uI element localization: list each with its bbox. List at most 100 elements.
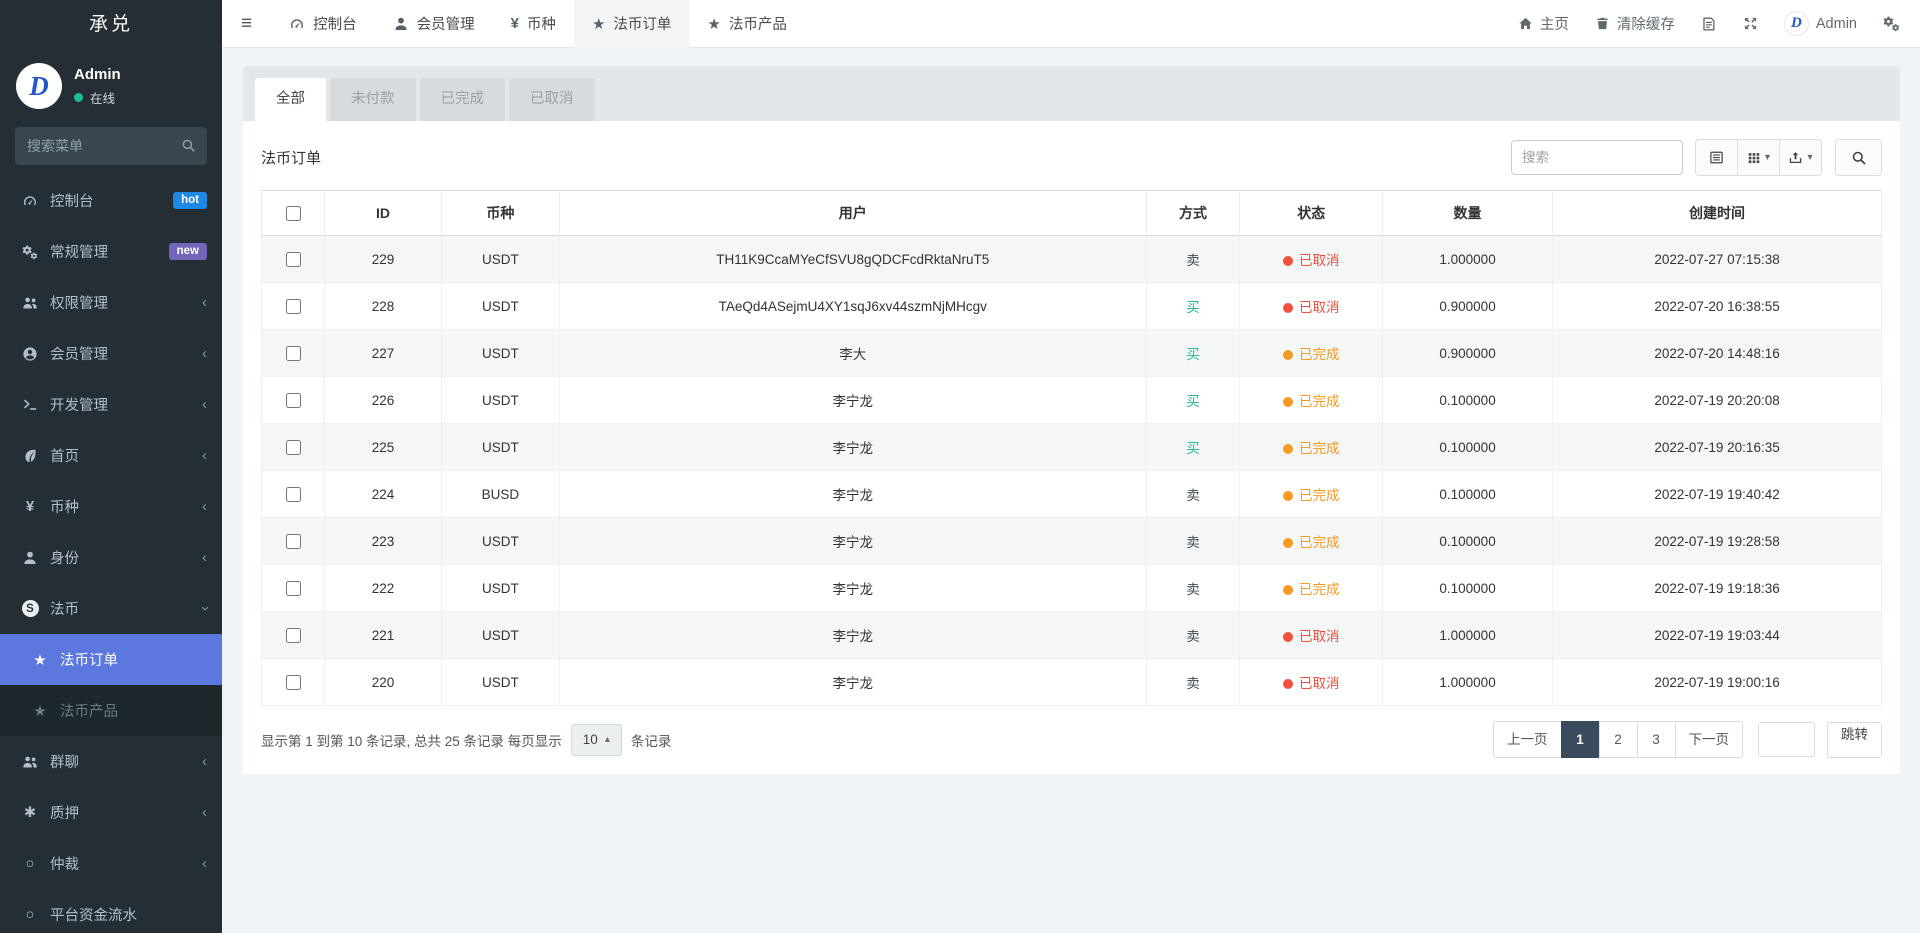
- sidebar-item-3[interactable]: 会员管理 ‹: [0, 328, 222, 379]
- page-button-2[interactable]: 2: [1599, 721, 1638, 758]
- status-dot-icon: [1283, 679, 1293, 689]
- sidebar: 承兑 D Admin 在线 控制台 hot 常规管理 new 权限管理 ‹ 会员…: [0, 0, 222, 933]
- user-icon: [22, 550, 38, 566]
- filter-tab-3[interactable]: 已取消: [509, 78, 595, 121]
- sidebar-item-label: 首页: [50, 445, 202, 466]
- sidebar-item-12[interactable]: ✱ 质押 ‹: [0, 787, 222, 838]
- next-page-button[interactable]: 下一页: [1675, 721, 1744, 758]
- amount-cell: 0.100000: [1383, 518, 1553, 565]
- row-checkbox-228[interactable]: [286, 299, 301, 314]
- panel-title: 法币订单: [261, 147, 321, 168]
- settings-button[interactable]: [1883, 15, 1900, 32]
- export-icon: [1788, 150, 1803, 165]
- table-row-224: 224BUSD李宁龙卖已完成0.1000002022-07-19 19:40:4…: [262, 471, 1882, 518]
- sidebar-search: [15, 127, 207, 165]
- row-checkbox-220[interactable]: [286, 675, 301, 690]
- row-checkbox-223[interactable]: [286, 534, 301, 549]
- side-cell: 卖: [1146, 471, 1240, 518]
- user-cell: 李宁龙: [560, 659, 1146, 706]
- navbar-tab-1[interactable]: 会员管理: [375, 0, 493, 48]
- sidebar-item-5[interactable]: 首页 ‹: [0, 430, 222, 481]
- card-list-icon: [1709, 150, 1724, 165]
- filter-tab-1[interactable]: 未付款: [330, 78, 416, 121]
- row-checkbox-226[interactable]: [286, 393, 301, 408]
- row-checkbox-225[interactable]: [286, 440, 301, 455]
- user-cell: 李宁龙: [560, 612, 1146, 659]
- navbar-tab-0[interactable]: 控制台: [271, 0, 375, 48]
- sidebar-item-0[interactable]: 控制台 hot: [0, 175, 222, 226]
- filter-tab-0[interactable]: 全部: [255, 78, 326, 121]
- row-checkbox-224[interactable]: [286, 487, 301, 502]
- chevron-left-icon: ‹: [202, 346, 207, 361]
- star-icon: ★: [592, 15, 605, 33]
- filter-tab-2[interactable]: 已完成: [420, 78, 506, 121]
- sidebar-search-input[interactable]: [15, 127, 207, 165]
- sidebar-item-label: 会员管理: [50, 343, 202, 364]
- coin-cell: USDT: [441, 612, 559, 659]
- page-button-1[interactable]: 1: [1561, 721, 1600, 758]
- table-row-229: 229USDTTH11K9CcaMYeCfSVU8gQDCFcdRktaNruT…: [262, 236, 1882, 283]
- row-checkbox-227[interactable]: [286, 346, 301, 361]
- status-cell: 已完成: [1240, 424, 1383, 471]
- sidebar-item-11[interactable]: 群聊 ‹: [0, 736, 222, 787]
- columns-dropdown-button[interactable]: ▾: [1737, 139, 1780, 176]
- pagination-info-text: 显示第 1 到第 10 条记录, 总共 25 条记录 每页显示: [261, 730, 562, 750]
- yen-icon: ¥: [511, 15, 519, 32]
- row-checkbox-229[interactable]: [286, 252, 301, 267]
- hamburger-menu-icon[interactable]: ≡: [222, 13, 271, 35]
- sidebar-menu: 控制台 hot 常规管理 new 权限管理 ‹ 会员管理 ‹ 开发管理 ‹ 首页…: [0, 175, 222, 933]
- sidebar-item-7[interactable]: 身份 ‹: [0, 532, 222, 583]
- sidebar-item-label: 质押: [50, 802, 202, 823]
- user-status-label: 在线: [90, 88, 115, 107]
- detail-view-button[interactable]: [1695, 139, 1738, 176]
- sidebar-item-10[interactable]: ★ 法币产品: [0, 685, 222, 736]
- side-cell: 买: [1146, 424, 1240, 471]
- sidebar-item-1[interactable]: 常规管理 new: [0, 226, 222, 277]
- chevron-left-icon: ‹: [202, 550, 207, 565]
- sidebar-item-2[interactable]: 权限管理 ‹: [0, 277, 222, 328]
- admin-account-menu[interactable]: D Admin: [1784, 11, 1857, 36]
- navbar-tab-3[interactable]: ★ 法币订单: [574, 0, 689, 48]
- user-cell: 李大: [560, 330, 1146, 377]
- prev-page-button[interactable]: 上一页: [1493, 721, 1562, 758]
- amount-cell: 1.000000: [1383, 612, 1553, 659]
- trash-icon: [1595, 16, 1610, 31]
- sidebar-item-9[interactable]: ★ 法币订单: [0, 634, 222, 685]
- sidebar-item-8[interactable]: S 法币 ‹: [0, 583, 222, 634]
- home-button[interactable]: 主页: [1518, 13, 1569, 34]
- sidebar-item-13[interactable]: ○ 仲裁 ‹: [0, 838, 222, 889]
- row-checkbox-221[interactable]: [286, 628, 301, 643]
- order-id-cell: 229: [325, 236, 442, 283]
- clear-cache-button[interactable]: 清除缓存: [1595, 13, 1675, 34]
- jump-page-input[interactable]: [1758, 722, 1815, 757]
- select-all-checkbox[interactable]: [286, 206, 301, 221]
- status-cell: 已完成: [1240, 471, 1383, 518]
- chevron-left-icon: ‹: [202, 754, 207, 769]
- amount-cell: 0.100000: [1383, 565, 1553, 612]
- navbar-tab-4[interactable]: ★ 法币产品: [689, 0, 804, 48]
- table-search-input[interactable]: [1511, 140, 1683, 175]
- row-checkbox-222[interactable]: [286, 581, 301, 596]
- search-button[interactable]: [1835, 139, 1882, 176]
- table-row-221: 221USDT李宁龙卖已取消1.0000002022-07-19 19:03:4…: [262, 612, 1882, 659]
- status-dot-icon: [1283, 350, 1293, 360]
- side-cell: 卖: [1146, 659, 1240, 706]
- order-id-cell: 225: [325, 424, 442, 471]
- top-navbar: ≡ 控制台 会员管理 ¥ 币种 ★ 法币订单 ★ 法币产品 主页 清除缓存 D: [222, 0, 1920, 48]
- fullscreen-button[interactable]: [1743, 16, 1758, 31]
- sidebar-item-4[interactable]: 开发管理 ‹: [0, 379, 222, 430]
- export-dropdown-button[interactable]: ▾: [1779, 139, 1822, 176]
- side-cell: 买: [1146, 377, 1240, 424]
- created-at-cell: 2022-07-19 19:40:42: [1553, 471, 1882, 518]
- sidebar-item-6[interactable]: ¥ 币种 ‹: [0, 481, 222, 532]
- home-icon: [1518, 16, 1533, 31]
- sidebar-item-14[interactable]: ○ 平台资金流水: [0, 889, 222, 933]
- page-size-dropdown[interactable]: 10 ▴: [571, 724, 622, 756]
- language-file-button[interactable]: [1701, 16, 1717, 32]
- navbar-tab-2[interactable]: ¥ 币种: [493, 0, 574, 48]
- document-icon: [1701, 16, 1717, 32]
- side-cell: 卖: [1146, 236, 1240, 283]
- status-cell: 已取消: [1240, 236, 1383, 283]
- jump-button[interactable]: 跳转: [1827, 722, 1882, 758]
- page-button-3[interactable]: 3: [1637, 721, 1676, 758]
